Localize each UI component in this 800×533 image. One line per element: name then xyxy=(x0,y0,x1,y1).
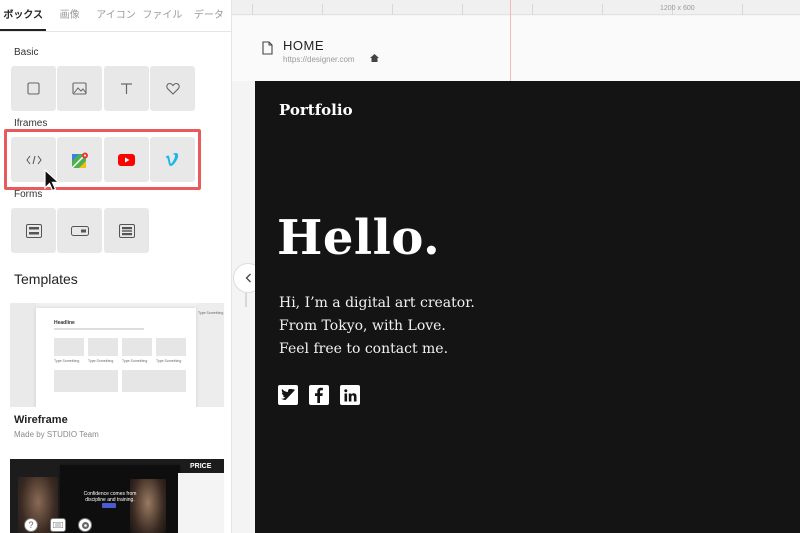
panel-tabs: ボックス 画像 アイコン ファイル データ xyxy=(0,0,231,32)
tab-file[interactable]: ファイル xyxy=(139,0,185,31)
fitness-cta-button xyxy=(102,503,116,508)
wireframe-caption: Type Something xyxy=(88,359,114,363)
wireframe-text-line xyxy=(54,328,144,330)
select-form-icon xyxy=(118,223,135,238)
image-tile[interactable] xyxy=(57,66,102,111)
wireframe-box xyxy=(54,338,84,356)
hero-text-line[interactable]: Feel free to contact me. xyxy=(279,341,448,357)
help-icon[interactable]: ? xyxy=(24,518,38,532)
page-name[interactable]: HOME xyxy=(283,38,324,53)
template-name[interactable]: Wireframe xyxy=(14,414,68,426)
fitness-headline: Confidence comes from discipline and tra… xyxy=(83,491,137,503)
tab-data[interactable]: データ xyxy=(186,0,231,31)
wireframe-caption: Type Something xyxy=(54,359,80,363)
wireframe-headline: Headline xyxy=(54,320,75,326)
fitness-side-title: PRICE xyxy=(190,463,212,470)
iframes-highlight-box xyxy=(4,129,201,190)
section-forms-label: Forms xyxy=(14,189,43,200)
linkedin-icon[interactable] xyxy=(340,385,360,405)
wireframe-box xyxy=(156,338,186,356)
scroll-handle[interactable] xyxy=(245,293,247,307)
facebook-icon[interactable] xyxy=(309,385,329,405)
form-icon xyxy=(25,223,42,238)
tab-image[interactable]: 画像 xyxy=(46,0,92,31)
top-ruler xyxy=(232,0,800,15)
chevron-left-icon xyxy=(245,273,251,283)
square-icon xyxy=(27,82,40,95)
tab-box[interactable]: ボックス xyxy=(0,0,47,31)
form-tile[interactable] xyxy=(11,208,56,253)
select-tile[interactable] xyxy=(104,208,149,253)
settings-icon[interactable] xyxy=(78,518,92,532)
home-icon xyxy=(370,54,379,62)
page-file-icon xyxy=(262,41,273,55)
box-tile[interactable] xyxy=(11,66,56,111)
wireframe-template-thumbnail[interactable]: Type Something Headline Type Something T… xyxy=(10,303,224,407)
site-logo[interactable]: Portfolio xyxy=(279,101,353,119)
text-icon xyxy=(121,83,132,94)
hero-text-line[interactable]: Hi, I’m a digital art creator. xyxy=(279,295,475,311)
element-panel: ボックス 画像 アイコン ファイル データ Basic Iframes Form… xyxy=(0,0,232,533)
template-author: Made by STUDIO Team xyxy=(14,430,99,439)
wireframe-caption: Type Something xyxy=(156,359,182,363)
input-tile[interactable] xyxy=(57,208,102,253)
heart-icon xyxy=(165,82,180,95)
fitness-template-thumbnail[interactable]: Confidence comes from discipline and tra… xyxy=(10,459,224,533)
section-iframes-label: Iframes xyxy=(14,118,48,129)
hero-text-line[interactable]: From Tokyo, with Love. xyxy=(279,318,446,334)
wireframe-preview-left xyxy=(10,303,36,407)
shape-tile[interactable] xyxy=(150,66,195,111)
templates-title: Templates xyxy=(14,271,78,287)
wireframe-box xyxy=(122,370,186,392)
wireframe-caption: Type Something xyxy=(122,359,148,363)
athlete-photo xyxy=(130,479,166,533)
image-icon xyxy=(72,82,87,95)
hero-headline[interactable]: Hello. xyxy=(277,208,440,268)
wireframe-box xyxy=(54,370,118,392)
page-url: https://designer.com xyxy=(283,55,355,64)
input-field-icon xyxy=(70,225,89,236)
wireframe-preview-right: Type Something xyxy=(196,303,224,407)
keyboard-icon[interactable] xyxy=(50,518,66,532)
section-basic-label: Basic xyxy=(14,47,39,58)
wireframe-box xyxy=(122,338,152,356)
wireframe-preview-card: Headline Type Something Type Something T… xyxy=(36,308,196,407)
wireframe-side-caption: Type Something xyxy=(198,311,224,315)
mouse-cursor-icon xyxy=(44,169,61,192)
text-tile[interactable] xyxy=(104,66,149,111)
wireframe-box xyxy=(88,338,118,356)
twitter-icon[interactable] xyxy=(278,385,298,405)
fitness-preview-page xyxy=(178,473,224,533)
canvas-size-label: 1200 x 600 xyxy=(660,5,695,12)
guide-line xyxy=(510,0,511,82)
tab-icon[interactable]: アイコン xyxy=(93,0,139,31)
